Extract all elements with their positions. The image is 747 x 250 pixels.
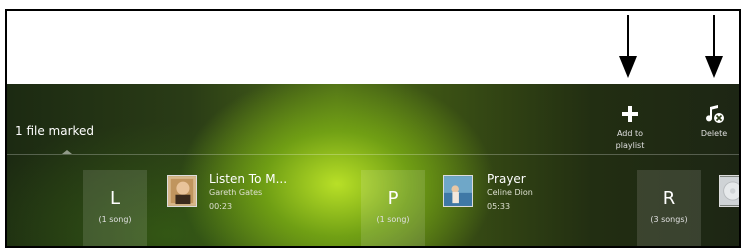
group-tile-p[interactable]: P (1 song) [361, 170, 425, 246]
song-item-prayer[interactable]: Prayer Celine Dion 05:33 [487, 172, 533, 214]
song-title: Prayer [487, 172, 526, 186]
delete-label: Delete [700, 129, 728, 138]
screenshot-frame: 1 file marked Add to playlist Delete L (… [5, 9, 741, 248]
group-tile-l[interactable]: L (1 song) [83, 170, 147, 246]
song-duration: 05:33 [487, 202, 511, 211]
plus-icon [622, 106, 638, 122]
annotation-arrow-delete-head [705, 56, 723, 78]
album-art-beach[interactable] [443, 175, 473, 207]
action-bar: 1 file marked Add to playlist Delete [7, 84, 739, 159]
add-to-playlist-button[interactable]: Add to playlist [607, 104, 653, 152]
divider-notch [62, 150, 72, 154]
song-artist: Celine Dion [487, 188, 533, 197]
group-count: (3 songs) [650, 215, 688, 224]
annotation-arrow-delete-shaft [713, 15, 715, 57]
music-note-delete-icon [706, 105, 724, 123]
group-letter: P [387, 188, 399, 209]
song-duration: 00:23 [209, 202, 233, 211]
song-item-listen[interactable]: Listen To M... Gareth Gates 00:23 [209, 172, 287, 214]
song-artist: Gareth Gates [209, 188, 263, 197]
group-letter: L [109, 188, 121, 209]
album-art-cd-placeholder[interactable] [719, 175, 741, 207]
annotation-arrow-add-head [619, 56, 637, 78]
selection-status: 1 file marked [15, 124, 95, 138]
delete-button[interactable]: Delete [692, 104, 736, 140]
group-count: (1 song) [98, 215, 132, 224]
group-letter: R [662, 188, 676, 209]
add-to-playlist-label-2: playlist [615, 141, 645, 150]
divider-line [7, 154, 739, 155]
add-to-playlist-label-1: Add to [616, 129, 644, 138]
song-title: Listen To M... [209, 172, 288, 186]
annotation-arrow-add-shaft [627, 15, 629, 57]
group-count: (1 song) [376, 215, 410, 224]
group-tile-r[interactable]: R (3 songs) [637, 170, 701, 246]
music-app-screen: 1 file marked Add to playlist Delete L (… [7, 84, 741, 246]
album-art-portrait[interactable] [167, 175, 197, 207]
